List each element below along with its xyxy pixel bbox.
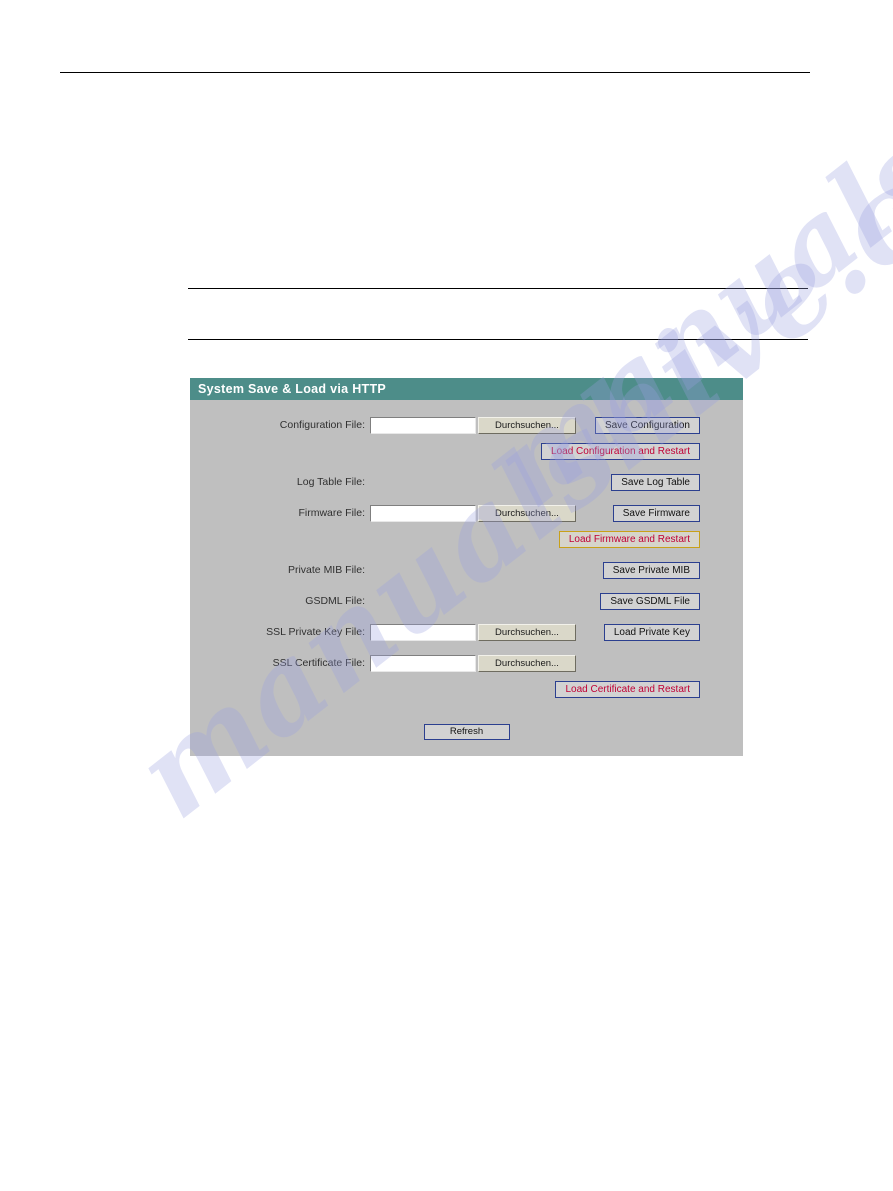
form-row: SSL Certificate File: Durchsuchen...: [190, 652, 743, 674]
section-rule-upper: [188, 288, 808, 289]
form-row: Durchsuchen...Load Configuration and Res…: [190, 440, 743, 462]
file-picker-cell: Durchsuchen...: [370, 623, 585, 641]
row-label: SSL Private Key File:: [266, 626, 365, 638]
action-cell: Save Configuration: [585, 416, 743, 434]
file-path-input[interactable]: [370, 416, 476, 434]
browse-button[interactable]: Durchsuchen...: [478, 654, 576, 672]
file-picker-cell: Durchsuchen...: [370, 416, 585, 434]
form-row: Firmware File: Durchsuchen... Save Firmwar…: [190, 502, 743, 524]
form-row: Private MIB File:Durchsuchen...Save Priv…: [190, 559, 743, 581]
browse-button[interactable]: Durchsuchen...: [478, 504, 576, 522]
action-button[interactable]: Save Log Table: [611, 473, 700, 491]
action-cell: Load Private Key: [585, 623, 743, 641]
action-button[interactable]: Save Private MIB: [602, 561, 700, 579]
action-button[interactable]: Load Private Key: [603, 623, 700, 641]
action-cell: Load Certificate and Restart: [555, 680, 743, 698]
page-top-rule: [60, 72, 810, 73]
form-row: Log Table File:Durchsuchen...Save Log Ta…: [190, 471, 743, 493]
action-cell: Save Private MIB: [585, 561, 743, 579]
form-row: Durchsuchen...Load Firmware and Restart: [190, 528, 743, 550]
file-path-input[interactable]: [370, 504, 476, 522]
form-row: Configuration File: Durchsuchen... Save Co…: [190, 414, 743, 436]
action-cell: Save GSDML File: [585, 592, 743, 610]
form-row: Durchsuchen...Load Certificate and Resta…: [190, 678, 743, 700]
action-button[interactable]: Save Configuration: [594, 416, 700, 434]
form-rows-container: Configuration File: Durchsuchen... Save Co…: [190, 414, 743, 700]
panel-title: System Save & Load via HTTP: [190, 378, 743, 400]
row-label: SSL Certificate File:: [272, 657, 365, 669]
action-cell: Load Firmware and Restart: [558, 530, 743, 548]
form-row: GSDML File:Durchsuchen...Save GSDML File: [190, 590, 743, 612]
section-rule-lower: [188, 339, 808, 340]
file-picker-cell: Durchsuchen...: [370, 654, 585, 672]
refresh-button[interactable]: Refresh: [423, 724, 510, 740]
file-picker-cell: Durchsuchen...: [370, 504, 585, 522]
row-label: Log Table File:: [296, 476, 365, 488]
action-cell: Load Configuration and Restart: [541, 442, 743, 460]
browse-button[interactable]: Durchsuchen...: [478, 416, 576, 434]
action-button[interactable]: Load Configuration and Restart: [541, 442, 700, 460]
row-label: Configuration File:: [279, 419, 365, 431]
action-button[interactable]: Save GSDML File: [600, 592, 700, 610]
row-label: GSDML File:: [305, 595, 365, 607]
action-cell: Save Firmware: [585, 504, 743, 522]
action-button[interactable]: Load Firmware and Restart: [558, 530, 700, 548]
action-cell: Save Log Table: [585, 473, 743, 491]
action-button[interactable]: Load Certificate and Restart: [555, 680, 700, 698]
panel-body: Configuration File: Durchsuchen... Save Co…: [190, 400, 743, 756]
row-label: Private MIB File:: [287, 564, 365, 576]
browse-button[interactable]: Durchsuchen...: [478, 623, 576, 641]
row-label: Firmware File:: [298, 507, 365, 519]
action-button[interactable]: Save Firmware: [612, 504, 700, 522]
file-path-input[interactable]: [370, 654, 476, 672]
file-path-input[interactable]: [370, 623, 476, 641]
refresh-row: Refresh: [190, 724, 743, 740]
form-row: SSL Private Key File: Durchsuchen... Load …: [190, 621, 743, 643]
system-save-load-panel: System Save & Load via HTTP Configuratio…: [190, 378, 743, 756]
